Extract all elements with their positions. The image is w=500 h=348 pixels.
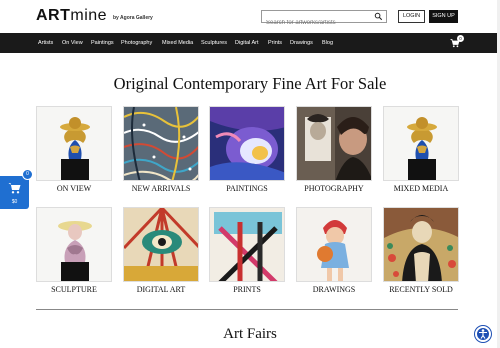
login-button[interactable]: LOGIN xyxy=(398,10,425,23)
cart-count-badge: 0 xyxy=(457,35,464,42)
category-image[interactable] xyxy=(36,207,112,282)
site-logo[interactable]: ARTmine xyxy=(36,7,107,25)
category-image[interactable] xyxy=(209,207,285,282)
floating-cart-button[interactable]: $0 xyxy=(0,176,29,209)
site-header: ARTmine by Agora Gallery LOGIN SIGN UP xyxy=(0,0,500,33)
nav-item-on-view[interactable]: On View xyxy=(62,33,83,53)
section-divider xyxy=(36,309,458,310)
category-label[interactable]: PHOTOGRAPHY xyxy=(286,184,382,193)
category-image[interactable] xyxy=(36,106,112,181)
category-label[interactable]: MIXED MEDIA xyxy=(373,184,469,193)
section-title-art-fairs: Art Fairs xyxy=(223,326,277,342)
nav-item-digital-art[interactable]: Digital Art xyxy=(235,33,259,53)
category-image[interactable] xyxy=(123,207,199,282)
logo-byline: by Agora Gallery xyxy=(113,15,153,21)
search-icon[interactable] xyxy=(374,12,383,21)
cart-total: $0 xyxy=(11,199,18,205)
cart-icon xyxy=(8,183,21,194)
category-label[interactable]: PAINTINGS xyxy=(199,184,295,193)
floating-cart-count-badge: 0 xyxy=(22,169,33,180)
nav-item-artists[interactable]: Artists xyxy=(38,33,53,53)
category-label[interactable]: DRAWINGS xyxy=(286,285,382,294)
category-image[interactable] xyxy=(209,106,285,181)
category-label[interactable]: PRINTS xyxy=(199,285,295,294)
accessibility-button[interactable] xyxy=(475,326,491,342)
nav-item-drawings[interactable]: Drawings xyxy=(290,33,313,53)
category-label[interactable]: NEW ARRIVALS xyxy=(113,184,209,193)
category-image[interactable] xyxy=(296,106,372,181)
nav-item-sculptures[interactable]: Sculptures xyxy=(201,33,227,53)
main-nav: Artists On View Paintings Photography Mi… xyxy=(0,33,500,53)
category-label[interactable]: DIGITAL ART xyxy=(113,285,209,294)
category-label[interactable]: RECENTLY SOLD xyxy=(373,285,469,294)
nav-item-mixed-media[interactable]: Mixed Media xyxy=(162,33,193,53)
nav-item-prints[interactable]: Prints xyxy=(268,33,282,53)
accessibility-icon xyxy=(479,329,487,339)
search-box xyxy=(261,10,387,29)
category-image[interactable] xyxy=(296,207,372,282)
category-image[interactable] xyxy=(123,106,199,181)
nav-item-blog[interactable]: Blog xyxy=(322,33,333,53)
nav-item-photography[interactable]: Photography xyxy=(121,33,152,53)
nav-item-paintings[interactable]: Paintings xyxy=(91,33,114,53)
category-image[interactable] xyxy=(383,207,459,282)
page-title: Original Contemporary Fine Art For Sale xyxy=(113,74,387,93)
signup-button[interactable]: SIGN UP xyxy=(429,10,458,23)
category-image[interactable] xyxy=(383,106,459,181)
category-label[interactable]: SCULPTURE xyxy=(26,285,122,294)
search-input[interactable] xyxy=(262,17,372,29)
category-label[interactable]: ON VIEW xyxy=(26,184,122,193)
